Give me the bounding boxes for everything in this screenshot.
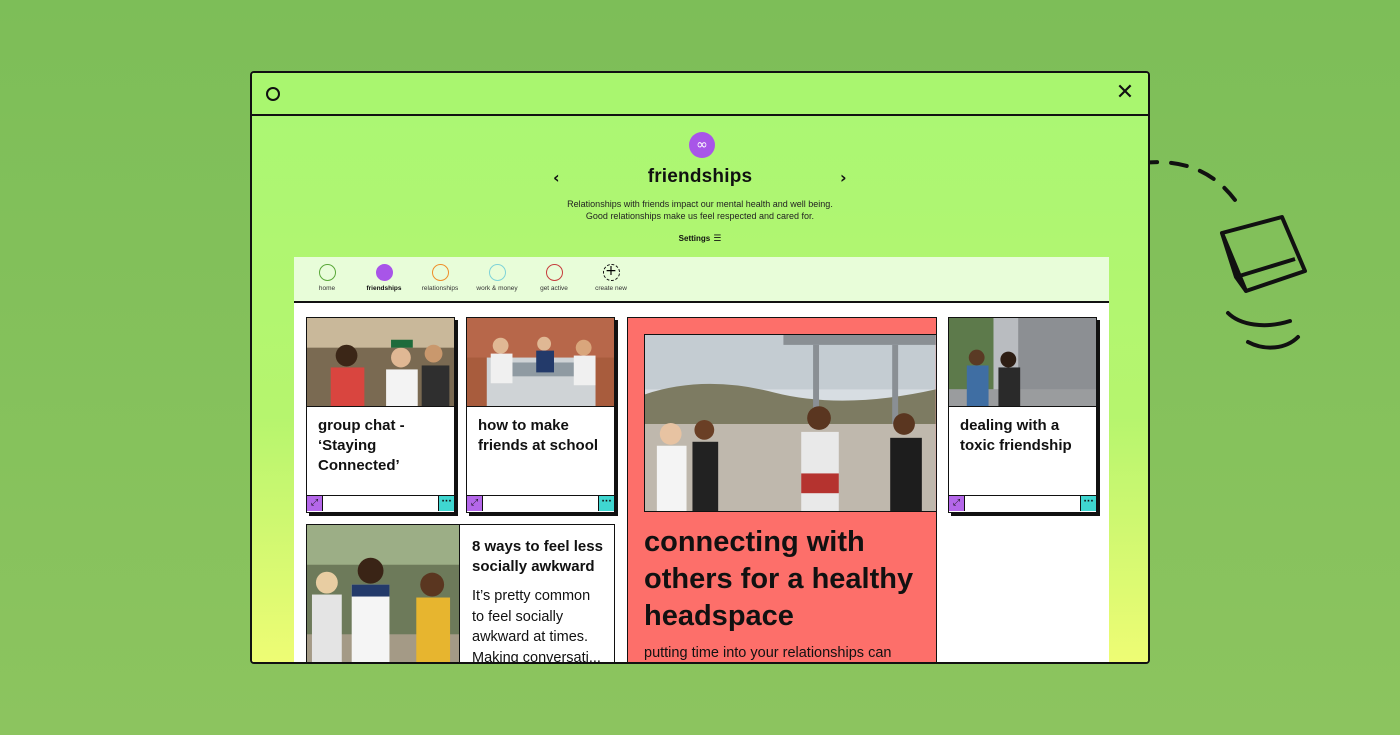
card-image xyxy=(949,318,1096,407)
tab-work-money[interactable]: work & money xyxy=(467,264,527,292)
tab-create-new[interactable]: + create new xyxy=(581,264,641,292)
card-excerpt-line: awkward at times. xyxy=(472,629,589,645)
plus-icon: + xyxy=(602,264,620,281)
tab-get-active[interactable]: get active xyxy=(524,264,584,292)
settings-button[interactable]: Settings ☰ xyxy=(252,234,1148,244)
infinity-icon: ∞ xyxy=(689,132,715,158)
get-active-circle-icon xyxy=(545,264,563,281)
article-card-toxic-friendship[interactable]: dealing with a toxic friendship ⤢ ··· xyxy=(948,317,1097,513)
more-options-icon[interactable]: ··· xyxy=(438,496,454,511)
card-title: 8 ways to feel less socially awkward xyxy=(472,537,608,577)
card-image xyxy=(307,525,460,662)
work-money-circle-icon xyxy=(488,264,506,281)
page-header: ∞ ‹ friendships › Relationships with fri… xyxy=(252,116,1148,256)
card-title-line: socially awkward xyxy=(472,558,595,575)
expand-icon[interactable]: ⤢ xyxy=(949,496,965,511)
card-action-bar: ⤢ ··· xyxy=(467,495,614,512)
card-image xyxy=(307,318,454,407)
card-title-line: how to make xyxy=(478,417,569,434)
article-card-group-chat[interactable]: group chat - ‘Staying Connected’ ⤢ ··· xyxy=(306,317,455,513)
card-action-bar: ⤢ ··· xyxy=(307,495,454,512)
tab-label: work & money xyxy=(476,285,518,292)
tab-relationships[interactable]: relationships xyxy=(410,264,470,292)
featured-title-line: others for a healthy xyxy=(644,563,914,595)
tab-home[interactable]: home xyxy=(297,264,357,292)
relationships-circle-icon xyxy=(431,264,449,281)
card-excerpt: It’s pretty common to feel socially awkw… xyxy=(472,586,606,664)
card-action-bar: ⤢ ··· xyxy=(949,495,1096,512)
featured-title-line: headspace xyxy=(644,600,794,632)
close-icon[interactable]: ✕ xyxy=(1114,82,1136,104)
card-title-line: group chat - xyxy=(318,417,405,434)
home-circle-icon xyxy=(318,264,336,281)
card-excerpt-line: It’s pretty common xyxy=(472,588,591,604)
featured-article-card[interactable]: connecting with others for a healthy hea… xyxy=(627,317,937,662)
article-grid: group chat - ‘Staying Connected’ ⤢ ··· h… xyxy=(294,303,1109,664)
featured-image xyxy=(644,334,936,512)
tab-label: home xyxy=(318,285,336,292)
card-title-line: friends at school xyxy=(478,437,599,454)
card-title: how to make friends at school xyxy=(478,416,606,456)
tab-friendships[interactable]: friendships xyxy=(354,264,414,292)
featured-subtitle: putting time into your relationships can xyxy=(644,645,892,661)
featured-title-line: connecting with xyxy=(644,526,865,558)
article-card-socially-awkward[interactable]: 8 ways to feel less socially awkward It’… xyxy=(306,524,615,664)
more-options-icon[interactable]: ··· xyxy=(598,496,614,511)
card-title: dealing with a toxic friendship xyxy=(960,416,1088,456)
settings-label: Settings xyxy=(678,234,711,243)
page-content: ∞ ‹ friendships › Relationships with fri… xyxy=(252,116,1148,662)
card-title-line: dealing with a xyxy=(960,417,1060,434)
tab-label: relationships xyxy=(421,285,459,292)
window-titlebar: ✕ xyxy=(252,73,1148,116)
page-description: Relationships with friends impact our me… xyxy=(252,198,1148,222)
app-window: ✕ ∞ ‹ friendships › Relationships with f… xyxy=(250,71,1150,664)
tab-label: friendships xyxy=(366,285,402,292)
chevron-right-icon[interactable]: › xyxy=(840,168,847,187)
description-line: Good relationships make us feel respecte… xyxy=(585,211,815,221)
card-title-line: ‘Staying xyxy=(318,437,377,454)
card-excerpt-line: Making conversati... xyxy=(472,649,601,664)
card-title-line: 8 ways to feel less xyxy=(472,538,603,555)
card-title-line: toxic friendship xyxy=(960,437,1072,454)
window-menu-icon[interactable] xyxy=(266,87,280,101)
expand-icon[interactable]: ⤢ xyxy=(467,496,483,511)
card-title: group chat - ‘Staying Connected’ xyxy=(318,416,446,476)
more-options-icon[interactable]: ··· xyxy=(1080,496,1096,511)
page-title: friendships xyxy=(647,166,753,187)
featured-title: connecting with others for a healthy hea… xyxy=(644,524,922,635)
card-title-line: Connected’ xyxy=(318,457,400,474)
menu-icon: ☰ xyxy=(713,234,722,244)
description-line: Relationships with friends impact our me… xyxy=(567,199,833,209)
expand-icon[interactable]: ⤢ xyxy=(307,496,323,511)
article-card-make-friends[interactable]: how to make friends at school ⤢ ··· xyxy=(466,317,615,513)
tab-label: get active xyxy=(540,285,568,292)
friendships-circle-icon xyxy=(375,264,393,281)
tab-label: create new xyxy=(595,285,627,292)
category-tabs: home friendships relationships work & mo… xyxy=(294,257,1109,303)
card-image xyxy=(467,318,614,407)
card-excerpt-line: to feel socially xyxy=(472,608,564,625)
